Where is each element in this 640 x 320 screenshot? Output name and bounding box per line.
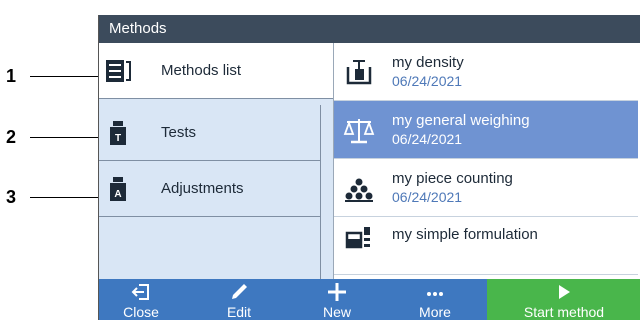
methods-list-icon (105, 58, 131, 84)
nav-item-label: Adjustments (161, 180, 244, 197)
callout-3: 3 (0, 186, 102, 207)
nav-item-label: Tests (161, 124, 197, 141)
callout-line (30, 76, 102, 77)
more-icon (425, 281, 445, 302)
callout-number: 2 (6, 126, 17, 147)
method-item-my-piece-counting[interactable]: my piece counting 06/24/2021 (334, 159, 638, 217)
more-button-label: More (419, 304, 451, 320)
callout-line (30, 197, 102, 198)
close-button-label: Close (123, 304, 159, 320)
callout-2: 2 (0, 126, 102, 147)
formulation-icon (342, 223, 376, 257)
new-button-label: New (322, 304, 351, 320)
edit-button[interactable]: Edit (197, 279, 281, 320)
svg-text:A: A (114, 189, 121, 200)
callout-1: 1 (0, 65, 102, 86)
callout-line (30, 137, 102, 138)
test-weight-icon: T (105, 120, 131, 146)
close-button[interactable]: Close (99, 279, 183, 320)
nav-item-methods-list[interactable]: Methods list (99, 43, 333, 99)
methods-list: my density 06/24/2021 my general weighin… (333, 43, 640, 279)
piece-counting-icon (342, 171, 376, 205)
method-item-my-general-weighing[interactable]: my general weighing 06/24/2021 (334, 101, 638, 159)
window-title: Methods (99, 15, 640, 43)
nav-item-tests[interactable]: T Tests (99, 105, 321, 161)
callout-number: 1 (6, 65, 17, 86)
method-name: my general weighing (392, 112, 530, 129)
method-item-my-simple-formulation[interactable]: my simple formulation (334, 217, 638, 275)
start-method-button-label: Start method (523, 304, 605, 320)
edit-icon (229, 281, 249, 302)
close-icon (131, 281, 151, 302)
play-icon (555, 281, 573, 302)
method-name: my piece counting (392, 170, 513, 187)
method-date: 06/24/2021 (392, 131, 463, 147)
more-button[interactable]: More (393, 279, 477, 320)
method-name: my simple formulation (392, 226, 538, 243)
device-screen: Methods Methods list T Tests A Adjustmen… (98, 15, 640, 320)
svg-text:T: T (115, 133, 121, 144)
method-date: 06/24/2021 (392, 189, 463, 205)
nav-empty-area (99, 217, 321, 279)
start-method-button[interactable]: Start method (487, 279, 640, 320)
method-item-my-density[interactable]: my density 06/24/2021 (334, 43, 638, 101)
edit-button-label: Edit (226, 304, 252, 320)
density-icon (342, 55, 376, 89)
navigation-panel: Methods list T Tests A Adjustments (99, 43, 333, 279)
method-name: my density (392, 54, 464, 71)
callout-number: 3 (6, 186, 17, 207)
scale-icon (342, 113, 376, 147)
new-button[interactable]: New (295, 279, 379, 320)
nav-item-label: Methods list (161, 62, 242, 79)
adjustment-weight-icon: A (105, 176, 131, 202)
action-bar: Close Edit New More Start method (99, 279, 640, 320)
add-icon (327, 281, 347, 302)
method-date: 06/24/2021 (392, 73, 463, 89)
nav-item-adjustments[interactable]: A Adjustments (99, 161, 321, 217)
